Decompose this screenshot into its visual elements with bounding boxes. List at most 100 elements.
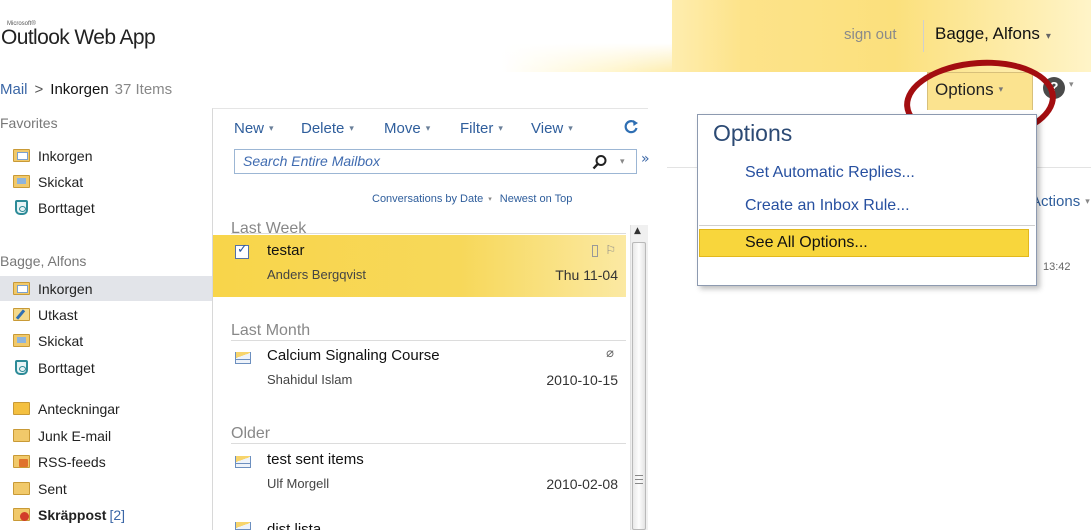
nav-item-favorites-inkorgen[interactable]: Inkorgen	[0, 143, 212, 168]
nav-item-label: Skickat	[38, 332, 84, 349]
rss-folder-icon	[12, 454, 30, 470]
sort-by-button[interactable]: Conversations by Date ▾	[372, 193, 500, 205]
chevron-down-icon: ▾	[568, 123, 573, 133]
nav-item-junk-email[interactable]: Junk E-mail	[0, 423, 212, 448]
drafts-folder-icon	[12, 307, 30, 323]
inbox-folder-icon	[12, 148, 30, 164]
dropdown-divider	[699, 225, 1035, 226]
message-subject: testar	[267, 242, 305, 259]
breadcrumb-separator: >	[34, 81, 44, 98]
nav-item-label: Skickat	[38, 173, 84, 190]
nav-item-favorites-borttaget[interactable]: Borttaget	[0, 195, 212, 220]
new-button[interactable]: New ▾	[234, 120, 274, 137]
junk-folder-icon	[12, 507, 30, 523]
chevron-down-icon: ▾	[269, 123, 274, 133]
chevron-down-icon: ▾	[998, 84, 1004, 94]
selected-checkbox[interactable]	[235, 242, 249, 259]
user-name: Bagge, Alfons	[935, 24, 1040, 43]
message-date: 2010-10-15	[546, 372, 618, 388]
chevron-down-icon: ▾	[1045, 31, 1051, 42]
message-row[interactable]: testar ⚐ Anders Bergqvist Thu 11-04	[213, 235, 626, 297]
expand-search-icon[interactable]: »	[641, 152, 650, 166]
nav-item-label: Borttaget	[38, 359, 95, 376]
nav-item-label: Inkorgen	[38, 147, 93, 164]
user-menu[interactable]: Bagge, Alfons ▾	[935, 24, 1051, 44]
nav-item-label: Anteckningar	[38, 400, 120, 417]
nav-item-label: RSS-feeds	[38, 453, 106, 470]
scrollbar-thumb[interactable]	[632, 242, 646, 530]
sort-by-label: Conversations by Date	[372, 193, 484, 205]
options-button[interactable]: Options ▾	[935, 80, 1003, 100]
message-row[interactable]: test sent items Ulf Morgell 2010-02-08	[213, 444, 626, 506]
nav-item-favorites-skickat[interactable]: Skickat	[0, 169, 212, 194]
message-subject: test sent items	[267, 451, 364, 468]
reading-actions-label: Actions	[1031, 193, 1081, 210]
search-options-chevron-icon[interactable]: ▾	[620, 157, 625, 167]
message-row[interactable]: dist.lista	[213, 512, 626, 530]
flag-icon[interactable]: ⚐	[605, 243, 616, 257]
nav-item-inkorgen[interactable]: Inkorgen	[0, 276, 212, 301]
sort-order-button[interactable]: Newest on Top	[500, 193, 573, 205]
create-inbox-rule-item[interactable]: Create an Inbox Rule...	[745, 197, 910, 215]
sent-folder-icon	[12, 333, 30, 349]
breadcrumb-mail-link[interactable]: Mail	[0, 81, 28, 98]
scrollbar-grip-icon	[635, 475, 643, 484]
see-all-options-label[interactable]: See All Options...	[745, 234, 868, 252]
view-button[interactable]: View ▾	[531, 120, 573, 137]
nav-item-label: Utkast	[38, 306, 78, 323]
breadcrumb: Mail > Inkorgen 37 Items	[0, 81, 172, 98]
delete-label: Delete	[301, 120, 345, 137]
set-automatic-replies-item[interactable]: Set Automatic Replies...	[745, 164, 915, 182]
view-label: View	[531, 120, 564, 137]
move-label: Move	[384, 120, 421, 137]
filter-button[interactable]: Filter ▾	[460, 120, 503, 137]
mailbox-heading[interactable]: Bagge, Alfons	[0, 253, 86, 269]
inbox-folder-icon	[12, 281, 30, 297]
breadcrumb-current: Inkorgen	[50, 81, 109, 98]
nav-item-borttaget[interactable]: Borttaget	[0, 355, 212, 380]
envelope-icon	[235, 522, 251, 530]
nav-item-label: Inkorgen	[38, 280, 93, 297]
reading-pane-time: 13:42	[1043, 261, 1071, 273]
chevron-down-icon[interactable]: ▾	[1069, 80, 1074, 90]
message-sender: Anders Bergqvist	[267, 267, 366, 282]
delete-button[interactable]: Delete ▾	[301, 120, 354, 137]
scroll-up-arrow-icon[interactable]: ▲	[634, 226, 641, 236]
sign-out-link[interactable]: sign out	[844, 26, 897, 43]
message-date: 2010-02-08	[546, 476, 618, 492]
sent-folder-icon	[12, 174, 30, 190]
nav-item-skrappost[interactable]: Skräppost [2]	[0, 502, 212, 527]
notes-folder-icon	[12, 401, 30, 417]
search-box: ▾	[234, 149, 637, 174]
nav-item-label: Sent	[38, 480, 67, 497]
search-icon[interactable]	[592, 154, 608, 170]
chevron-down-icon: ▾	[498, 123, 503, 133]
nav-item-sent[interactable]: Sent	[0, 476, 212, 501]
message-row[interactable]: Calcium Signaling Course ⌀ Shahidul Isla…	[213, 340, 626, 402]
nav-item-rss-feeds[interactable]: RSS-feeds	[0, 449, 212, 474]
unread-count: [2]	[109, 506, 126, 523]
group-divider	[231, 233, 626, 234]
app-title: Outlook Web App	[1, 26, 156, 49]
category-icon[interactable]	[592, 245, 598, 257]
group-heading-older: Older	[231, 425, 271, 442]
help-icon[interactable]: ?	[1043, 77, 1065, 99]
move-button[interactable]: Move ▾	[384, 120, 430, 137]
item-count: 37 Items	[114, 81, 173, 98]
favorites-heading[interactable]: Favorites	[0, 115, 58, 131]
nav-item-label: Borttaget	[38, 199, 95, 216]
nav-item-skickat[interactable]: Skickat	[0, 328, 212, 353]
nav-item-label: Skräppost	[38, 506, 107, 523]
refresh-icon[interactable]	[623, 118, 639, 134]
message-subject: dist.lista	[267, 521, 322, 530]
options-label: Options	[935, 80, 994, 99]
chevron-down-icon: ▾	[349, 123, 354, 133]
reading-actions-button[interactable]: Actions ▾	[1031, 193, 1090, 210]
search-input[interactable]	[243, 153, 573, 169]
folder-icon	[12, 481, 30, 497]
nav-item-anteckningar[interactable]: Anteckningar	[0, 396, 212, 421]
nav-item-utkast[interactable]: Utkast	[0, 302, 212, 327]
trash-icon	[12, 200, 30, 216]
message-sender: Ulf Morgell	[267, 476, 330, 491]
chevron-down-icon: ▾	[1085, 196, 1090, 206]
